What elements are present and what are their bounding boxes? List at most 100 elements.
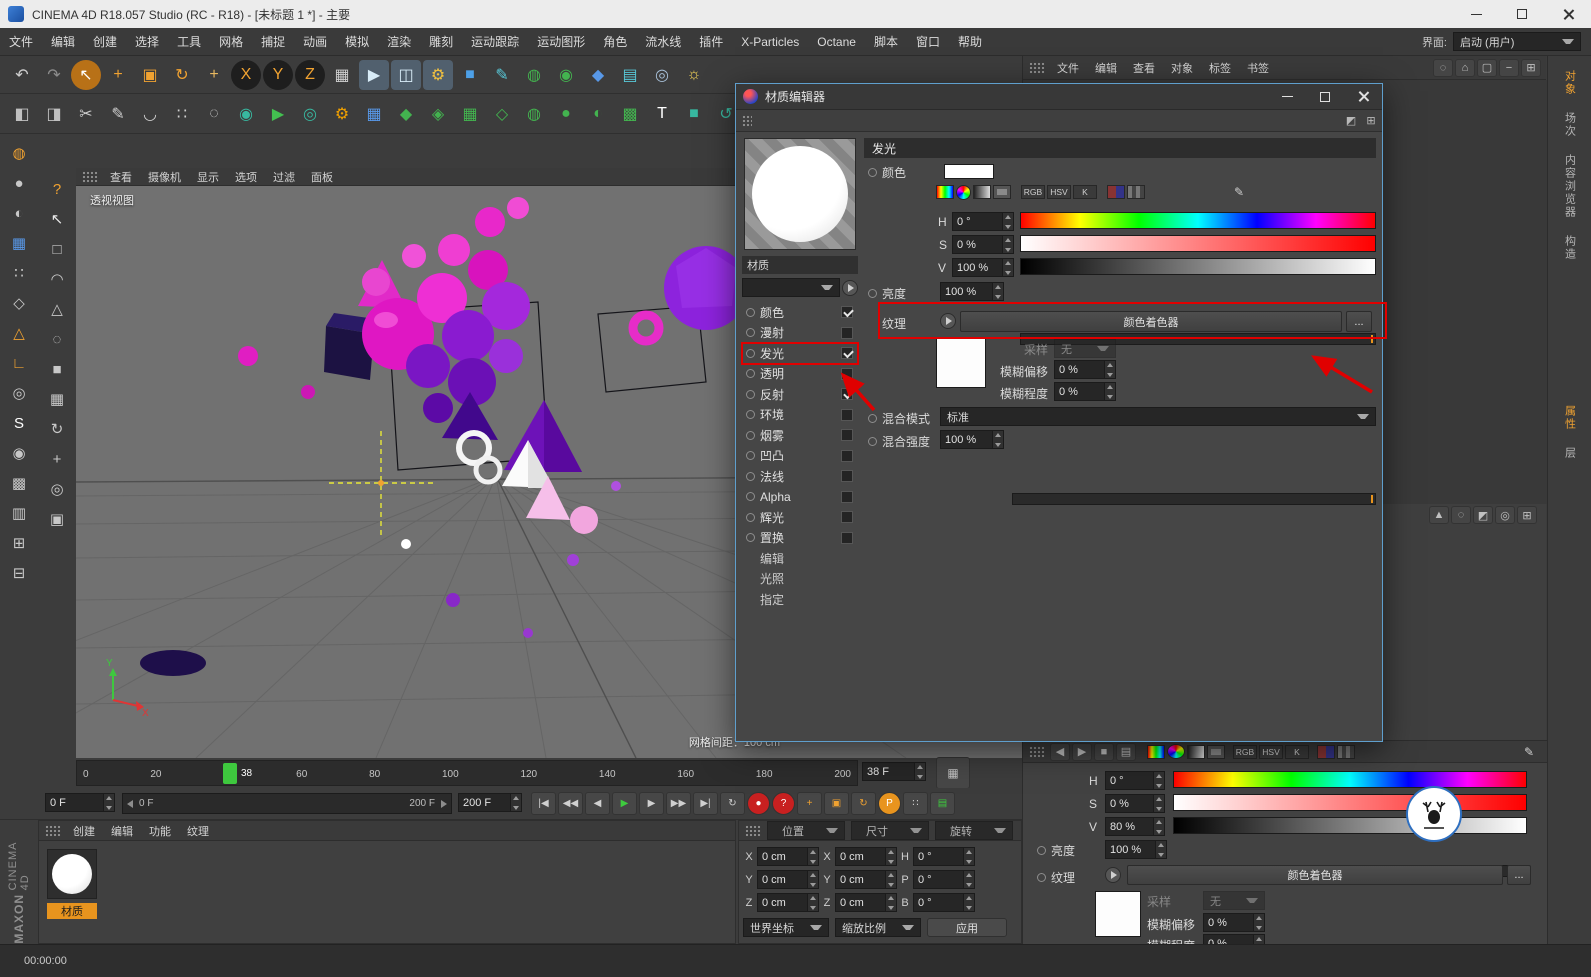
texture-more-button[interactable]: ... [1346, 311, 1372, 332]
spectrum-picker-icon[interactable] [1167, 744, 1185, 759]
matmgr-menu-item[interactable]: 编辑 [103, 823, 141, 839]
sample-dropdown[interactable]: 无 [1054, 339, 1116, 358]
value-spinner[interactable]: 100 % [952, 258, 1014, 277]
channel-checkbox[interactable] [841, 511, 853, 524]
keyframe-dot-icon[interactable] [868, 437, 877, 446]
solo-button[interactable]: ▤ [930, 792, 955, 815]
menu-item[interactable]: 工具 [168, 28, 210, 56]
value-gradient-bar[interactable] [1020, 258, 1376, 275]
channel-row[interactable]: 光照 [742, 569, 858, 590]
menu-item[interactable]: 选择 [126, 28, 168, 56]
channel-toggle-icon[interactable] [746, 348, 755, 358]
channel-row[interactable]: Alpha [742, 487, 858, 508]
end-frame-spinner[interactable]: 200 F [458, 793, 522, 812]
texture-preview-swatch[interactable] [1095, 891, 1141, 937]
viewport-menu-item[interactable]: 查看 [102, 169, 140, 185]
coord-field[interactable]: 0 cm [835, 870, 897, 889]
selection-arrow-icon[interactable]: ↖ [43, 205, 71, 233]
picker-mode-tab[interactable]: RGB [1021, 185, 1045, 199]
spline-mask-icon[interactable]: ◍ [519, 99, 549, 129]
channel-toggle-icon[interactable] [746, 430, 755, 440]
fracture-icon[interactable]: ◈ [423, 99, 453, 129]
saturation-gradient-bar[interactable] [1020, 235, 1376, 252]
dialog-maximize-button[interactable] [1306, 84, 1344, 109]
prev-frame-button[interactable]: ◀ [585, 792, 610, 815]
start-frame-spinner[interactable]: 0 F [45, 793, 115, 812]
workplane-mode-icon[interactable]: ▦ [5, 229, 33, 257]
compact-picker-icon[interactable] [936, 185, 954, 199]
goto-end-button[interactable]: ▶| [693, 792, 718, 815]
saturation-spinner[interactable]: 0 % [1105, 794, 1165, 813]
spinner-arrows-icon[interactable] [1153, 795, 1164, 812]
channel-toggle-icon[interactable] [746, 328, 755, 338]
extrude-icon[interactable]: ■ [679, 99, 709, 129]
dialog-close-button[interactable] [1344, 84, 1382, 109]
channel-row[interactable]: 环境 [742, 405, 858, 426]
viewport-menu-item[interactable]: 面板 [303, 169, 341, 185]
blur-scale-spinner[interactable]: 0 % [1054, 382, 1116, 401]
spectrum-picker-icon[interactable] [956, 184, 971, 200]
object-icon[interactable]: ■ [1094, 742, 1114, 761]
spinner-arrows-icon[interactable] [1153, 772, 1164, 789]
move-mini-button[interactable]: + [797, 792, 822, 815]
world-coords-dropdown[interactable]: 世界坐标 [743, 918, 829, 937]
coords-group-dropdown[interactable]: 旋转 [935, 821, 1013, 840]
current-frame-spinner[interactable]: 38 F [862, 762, 926, 781]
coord-field[interactable]: 0 cm [835, 847, 897, 866]
tracer-icon[interactable]: ◇ [487, 99, 517, 129]
saturation-gradient-bar[interactable] [1173, 794, 1527, 811]
spinner-arrows-icon[interactable] [807, 894, 818, 911]
timeline-range-slider[interactable]: 0 F 200 F [122, 793, 452, 814]
picker-mode-tab[interactable]: HSV [1047, 185, 1071, 199]
compact-picker-icon[interactable] [1147, 744, 1165, 759]
maximize-view-icon[interactable]: ▣ [43, 505, 71, 533]
matmgr-menu-item[interactable]: 纹理 [179, 823, 217, 839]
channel-toggle-icon[interactable] [746, 410, 755, 420]
mesh-check-icon[interactable]: ▥ [5, 499, 33, 527]
color-mixer-icon[interactable] [1107, 185, 1125, 199]
channel-row[interactable]: 法线 [742, 466, 858, 487]
picker-mode-tab[interactable]: HSV [1259, 744, 1283, 759]
texture-shader-button[interactable]: 颜色着色器 [960, 311, 1342, 332]
spinner-arrows-icon[interactable] [1153, 818, 1164, 835]
channel-checkbox[interactable] [841, 531, 853, 544]
texture-preview-swatch[interactable] [936, 338, 986, 388]
spinner-arrows-icon[interactable] [807, 848, 818, 865]
channel-row[interactable]: 颜色 [742, 302, 858, 323]
timeline-ruler[interactable]: 020406080100120140160180200 38 [76, 760, 858, 786]
dock-tab[interactable]: 场次 [1560, 104, 1580, 146]
z-axis-lock-icon[interactable]: Z [295, 59, 325, 90]
channel-checkbox[interactable] [841, 367, 853, 380]
menu-item[interactable]: 捕捉 [252, 28, 294, 56]
redo-icon[interactable]: ↷ [39, 60, 69, 90]
deformer-icon[interactable]: ◆ [583, 60, 613, 90]
channel-row[interactable]: 指定 [742, 589, 858, 610]
panel-grip-icon[interactable] [1029, 61, 1045, 74]
matmgr-menu-item[interactable]: 功能 [141, 823, 179, 839]
keyframe-dot-icon[interactable] [1037, 873, 1046, 882]
prev-key-button[interactable]: ◀◀ [558, 792, 583, 815]
channel-row[interactable]: 漫射 [742, 323, 858, 344]
layers-icon[interactable]: ▤ [1116, 742, 1136, 761]
zoom-view-icon[interactable]: ◎ [43, 475, 71, 503]
saturation-spinner[interactable]: 0 % [952, 235, 1014, 254]
dock-tab[interactable]: 对象 [1560, 62, 1580, 104]
color-mixer-icon[interactable] [1317, 744, 1335, 759]
render-settings-icon[interactable]: ⚙ [423, 59, 453, 90]
picker-mode-tab[interactable]: K [1073, 185, 1097, 199]
channel-checkbox[interactable] [841, 490, 853, 503]
autokey-button[interactable]: ? [772, 792, 795, 815]
texture-more-button[interactable]: ... [1507, 865, 1531, 885]
menu-item[interactable]: 雕刻 [420, 28, 462, 56]
preview-options-icon[interactable] [842, 279, 858, 296]
spinner-arrows-icon[interactable] [103, 794, 114, 811]
uv-mode-icon[interactable]: ▦ [43, 385, 71, 413]
search-icon[interactable]: ◌ [1433, 58, 1453, 77]
arrow-tool-icon[interactable]: ▶ [263, 99, 293, 129]
om-menu-item[interactable]: 书签 [1239, 60, 1277, 76]
scale-mode-dropdown[interactable]: 缩放比例 [835, 918, 921, 937]
poly-select-icon[interactable]: △ [43, 295, 71, 323]
keyframe-dot-icon[interactable] [1037, 846, 1046, 855]
spinner-arrows-icon[interactable] [510, 794, 521, 811]
viewport-menu-item[interactable]: 摄像机 [140, 169, 189, 185]
